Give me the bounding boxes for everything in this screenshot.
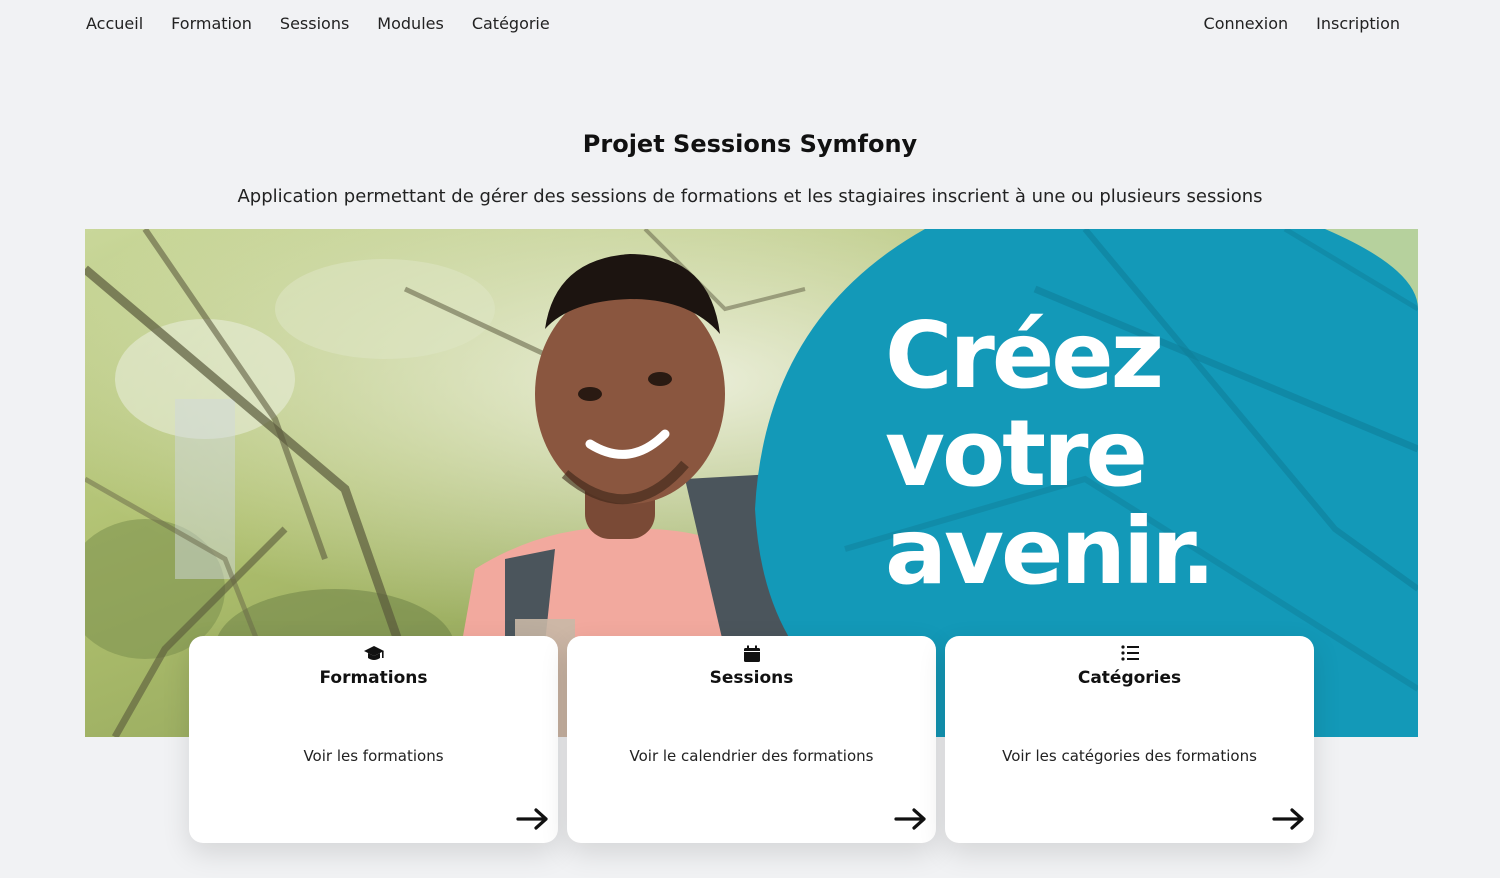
banner-line-3: avenir. (885, 498, 1216, 605)
page-title: Projet Sessions Symfony (582, 130, 918, 158)
feature-cards: Formations Voir les formations Sessions … (189, 636, 1314, 843)
arrow-right-icon[interactable] (894, 807, 928, 835)
nav-link-modules[interactable]: Modules (377, 14, 444, 33)
card-title: Formations (319, 668, 428, 688)
calendar-icon (567, 645, 936, 663)
nav-left: Accueil Formation Sessions Modules Catég… (86, 14, 550, 33)
nav-link-connexion[interactable]: Connexion (1204, 14, 1289, 33)
nav-link-sessions[interactable]: Sessions (280, 14, 349, 33)
nav-link-formation[interactable]: Formation (171, 14, 252, 33)
card-sessions[interactable]: Sessions Voir le calendrier des formatio… (567, 636, 936, 843)
navbar: Accueil Formation Sessions Modules Catég… (0, 0, 1500, 46)
card-title: Sessions (709, 668, 794, 688)
page-subtitle: Application permettant de gérer des sess… (237, 186, 1263, 207)
arrow-right-icon[interactable] (1272, 807, 1306, 835)
card-title: Catégories (1077, 668, 1182, 688)
banner-slogan: Créez votre avenir. (885, 302, 1216, 605)
card-categories[interactable]: Catégories Voir les catégories des forma… (945, 636, 1314, 843)
nav-link-inscription[interactable]: Inscription (1316, 14, 1400, 33)
card-description: Voir le calendrier des formations (629, 747, 874, 765)
nav-link-accueil[interactable]: Accueil (86, 14, 143, 33)
banner-line-2: votre (885, 400, 1148, 507)
card-description: Voir les catégories des formations (1002, 747, 1257, 765)
list-icon (945, 645, 1314, 661)
nav-right: Connexion Inscription (1204, 14, 1414, 33)
graduation-cap-icon (189, 645, 558, 663)
card-description: Voir les formations (303, 747, 444, 765)
card-formations[interactable]: Formations Voir les formations (189, 636, 558, 843)
banner-line-1: Créez (885, 302, 1164, 409)
nav-link-categorie[interactable]: Catégorie (472, 14, 550, 33)
arrow-right-icon[interactable] (516, 807, 550, 835)
